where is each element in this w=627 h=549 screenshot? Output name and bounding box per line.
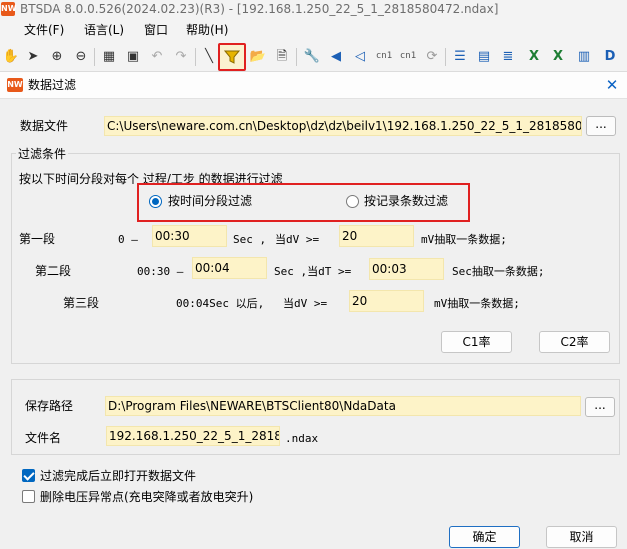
save-path-browse-button[interactable]: ...: [585, 397, 615, 417]
cycle-1-icon[interactable]: cn1: [374, 46, 394, 66]
menu-bar: 文件(F) 语言(L) 窗口 帮助(H): [0, 18, 627, 42]
mode-record-radio[interactable]: [346, 195, 359, 208]
segment1-suffix: mV抽取一条数据;: [421, 233, 507, 246]
nav-prev-icon[interactable]: ◁: [350, 46, 370, 66]
data-file-input[interactable]: C:\Users\neware.com.cn\Desktop\dz\dz\bei…: [104, 116, 582, 136]
app-logo-icon: NW: [1, 2, 17, 16]
zoom-out-icon[interactable]: ⊖: [71, 46, 91, 66]
save-icon[interactable]: 🗎: [272, 46, 292, 66]
segment3-label: 第三段: [63, 296, 100, 310]
toolbar-separator: [296, 48, 297, 66]
filter-icon[interactable]: [218, 43, 246, 71]
zoom-in-icon[interactable]: ⊕: [47, 46, 67, 66]
c1-rate-button[interactable]: C1率: [441, 331, 512, 353]
segment1-label: 第一段: [19, 232, 56, 246]
filter-funnel-icon: [224, 50, 240, 64]
delete-abnormal-checkbox[interactable]: [22, 490, 35, 503]
segment2-value-input[interactable]: 00:03: [369, 258, 444, 280]
wrench-icon[interactable]: 🔧: [302, 46, 322, 66]
segment2-label: 第二段: [35, 264, 72, 278]
mode-time-label[interactable]: 按时间分段过滤: [168, 193, 252, 209]
undo-icon[interactable]: ↶: [147, 46, 167, 66]
close-icon[interactable]: ✕: [603, 74, 621, 96]
data-file-label: 数据文件: [20, 119, 69, 133]
table-icon[interactable]: ☰: [450, 46, 470, 66]
line-tool-icon[interactable]: ╲: [199, 46, 219, 66]
segment2-start: 00:30 —: [137, 265, 184, 278]
segment2-end-input[interactable]: 00:04: [192, 257, 267, 279]
toolbar-separator: [94, 48, 95, 66]
excel-icon[interactable]: X: [524, 46, 544, 66]
segment1-condition: 当dV >=: [275, 233, 320, 246]
open-after-filter-checkbox[interactable]: [22, 469, 35, 482]
mode-time-radio[interactable]: [149, 195, 162, 208]
toolbar-separator: [445, 48, 446, 66]
ok-button[interactable]: 确定: [449, 526, 520, 548]
dialog-app-icon: NW: [7, 78, 23, 92]
menu-help[interactable]: 帮助(H): [184, 21, 230, 39]
menu-language[interactable]: 语言(L): [82, 21, 126, 39]
delete-abnormal-label[interactable]: 删除电压异常点(充电突降或者放电突升): [40, 489, 253, 505]
report-icon[interactable]: ▦: [99, 46, 119, 66]
open-folder-icon[interactable]: 📂: [248, 46, 268, 66]
segment3-start: 00:04Sec 以后,: [176, 297, 265, 310]
segment1-start: 0 —: [118, 233, 138, 246]
menu-window[interactable]: 窗口: [142, 21, 170, 39]
redo-icon[interactable]: ↷: [171, 46, 191, 66]
mode-record-label[interactable]: 按记录条数过滤: [364, 193, 448, 209]
reset-icon[interactable]: ▣: [123, 46, 143, 66]
filename-input[interactable]: 192.168.1.250_22_5_1_2818580472: [106, 426, 280, 446]
pointer-icon[interactable]: ➤: [23, 46, 43, 66]
cancel-button[interactable]: 取消: [546, 526, 617, 548]
filter-group-title: 过滤条件: [16, 147, 69, 161]
grid-icon[interactable]: ▤: [474, 46, 494, 66]
save-path-input[interactable]: D:\Program Files\NEWARE\BTSClient80\NdaD…: [105, 396, 581, 416]
toolbar-separator: [195, 48, 196, 66]
segment1-end-input[interactable]: 00:30: [152, 225, 227, 247]
save-path-label: 保存路径: [25, 399, 74, 413]
segment3-suffix: mV抽取一条数据;: [434, 297, 520, 310]
c2-rate-button[interactable]: C2率: [539, 331, 610, 353]
hand-icon[interactable]: ✋: [1, 46, 21, 66]
dialog-title: 数据过滤: [28, 78, 77, 92]
segment3-condition: 当dV >=: [283, 297, 328, 310]
segment1-unit: Sec ,: [233, 233, 267, 246]
segment2-unit: Sec ,当dT >=: [274, 265, 352, 278]
data-file-browse-button[interactable]: ...: [586, 116, 616, 136]
segment2-suffix: Sec抽取一条数据;: [452, 265, 545, 278]
layout-icon[interactable]: ▥: [574, 46, 594, 66]
d-icon[interactable]: D: [600, 46, 620, 66]
filename-label: 文件名: [25, 431, 62, 445]
segment3-value-input[interactable]: 20: [349, 290, 424, 312]
cycle-2-icon[interactable]: cn1: [398, 46, 418, 66]
refresh-icon[interactable]: ⟳: [422, 46, 442, 66]
menu-file[interactable]: 文件(F): [22, 21, 66, 39]
window-title: BTSDA 8.0.0.526(2024.02.23)(R3) - [192.1…: [20, 2, 499, 16]
list-icon[interactable]: ≣: [498, 46, 518, 66]
app-titlebar: NW BTSDA 8.0.0.526(2024.02.23)(R3) - [19…: [0, 0, 627, 18]
segment1-value-input[interactable]: 20: [339, 225, 414, 247]
main-toolbar: ✋ ➤ ⊕ ⊖ ▦ ▣ ↶ ↷ ╲ 📂 🗎 🔧 ◀ ◁ cn1 cn1 ⟳ ☰ …: [0, 42, 627, 72]
open-after-filter-label[interactable]: 过滤完成后立即打开数据文件: [40, 468, 196, 484]
dialog-header: NW 数据过滤 ✕: [0, 72, 627, 99]
excel2-icon[interactable]: X: [548, 46, 568, 66]
filename-extension: .ndax: [285, 432, 319, 445]
nav-first-icon[interactable]: ◀: [326, 46, 346, 66]
